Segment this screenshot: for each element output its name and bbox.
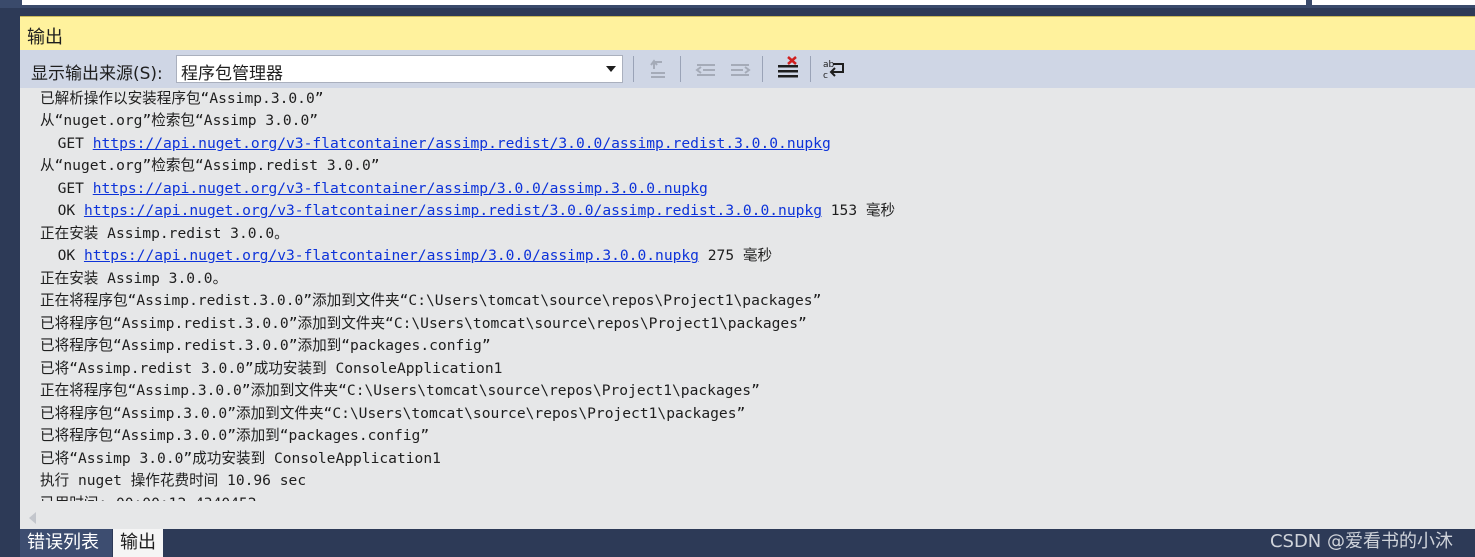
editor-top-strip	[0, 0, 1475, 16]
output-line-prefix: GET	[40, 179, 93, 197]
output-line: 正在安装 Assimp.redist 3.0.0。	[40, 224, 289, 242]
output-line: 已解析操作以安装程序包“Assimp.3.0.0”	[40, 89, 324, 107]
output-line: GET https://api.nuget.org/v3-flatcontain…	[40, 133, 831, 155]
toolbar-separator	[680, 56, 681, 82]
output-line: OK https://api.nuget.org/v3-flatcontaine…	[40, 245, 773, 267]
toolbar-separator	[810, 56, 811, 82]
output-line-duration: 275 毫秒	[698, 247, 773, 264]
horizontal-scrollbar[interactable]	[20, 507, 1475, 529]
package-url-link[interactable]: https://api.nuget.org/v3-flatcontainer/a…	[84, 202, 822, 219]
go-to-location-icon	[650, 59, 665, 78]
source-label: 显示输出来源(S):	[31, 64, 163, 84]
toolbar-separator	[762, 56, 763, 82]
output-line: OK https://api.nuget.org/v3-flatcontaine…	[40, 200, 896, 222]
package-url-link[interactable]: https://api.nuget.org/v3-flatcontainer/a…	[93, 135, 831, 152]
output-line: 已将“Assimp.redist 3.0.0”成功安装到 ConsoleAppl…	[40, 359, 503, 377]
tab-error-list[interactable]: 错误列表	[20, 529, 112, 557]
go-to-location-button[interactable]	[645, 56, 671, 82]
next-message-button[interactable]	[727, 56, 753, 82]
previous-message-button[interactable]	[693, 56, 719, 82]
output-line: 正在安装 Assimp 3.0.0。	[40, 269, 228, 287]
package-url-link[interactable]: https://api.nuget.org/v3-flatcontainer/a…	[93, 180, 708, 197]
toggle-word-wrap-icon: ab c	[823, 60, 844, 81]
output-panel: 输出 显示输出来源(S): 程序包管理器 ab c 已解析操作以安装程序包“As…	[20, 16, 1475, 529]
output-panel-titlebar[interactable]: 输出	[20, 16, 1475, 50]
chevron-down-icon[interactable]	[606, 66, 616, 72]
output-line: 已将程序包“Assimp.redist.3.0.0”添加到文件夹“C:\User…	[40, 314, 807, 332]
output-source-value: 程序包管理器	[181, 64, 283, 84]
output-source-select[interactable]: 程序包管理器	[176, 55, 623, 84]
output-line: 已将程序包“Assimp.3.0.0”添加到“packages.config”	[40, 427, 430, 444]
output-line: 从“nuget.org”检索包“Assimp 3.0.0”	[40, 112, 319, 129]
output-line: 已将“Assimp 3.0.0”成功安装到 ConsoleApplication…	[40, 449, 441, 467]
editor-side-edge	[1312, 0, 1475, 5]
output-toolbar: 显示输出来源(S): 程序包管理器 ab c	[20, 50, 1475, 88]
output-line: 正在将程序包“Assimp.redist.3.0.0”添加到文件夹“C:\Use…	[40, 292, 822, 309]
panel-title: 输出	[27, 27, 63, 48]
toolbar-separator	[633, 56, 634, 82]
output-line: 执行 nuget 操作花费时间 10.96 sec	[40, 472, 307, 489]
output-line-prefix: OK	[40, 247, 84, 264]
svg-text:ab: ab	[823, 60, 835, 70]
watermark: CSDN @爱看书的小沐	[1269, 531, 1453, 552]
previous-message-icon	[695, 64, 715, 76]
output-line: 已将程序包“Assimp.3.0.0”添加到文件夹“C:\Users\tomca…	[40, 404, 746, 422]
output-line: 已用时间: 00:00:12.4340452	[40, 493, 257, 502]
output-line: 从“nuget.org”检索包“Assimp.redist 3.0.0”	[40, 157, 380, 174]
output-line: GET https://api.nuget.org/v3-flatcontain…	[40, 178, 708, 200]
toggle-word-wrap-button[interactable]: ab c	[821, 56, 847, 82]
output-line-prefix: OK	[40, 202, 84, 219]
output-line-prefix: GET	[40, 134, 93, 152]
output-text-area[interactable]: 已解析操作以安装程序包“Assimp.3.0.0” 从“nuget.org”检索包…	[20, 88, 1475, 502]
package-url-link[interactable]: https://api.nuget.org/v3-flatcontainer/a…	[84, 247, 699, 264]
svg-text:c: c	[823, 71, 828, 81]
output-line-duration: 153 毫秒	[821, 202, 896, 219]
output-line: 已将程序包“Assimp.redist.3.0.0”添加到“packages.c…	[40, 337, 491, 354]
output-line: 正在将程序包“Assimp.3.0.0”添加到文件夹“C:\Users\tomc…	[40, 382, 760, 399]
editor-document-edge	[22, 0, 1306, 5]
clear-all-icon	[778, 56, 798, 78]
tab-output[interactable]: 输出	[113, 529, 163, 557]
clear-all-button[interactable]	[775, 56, 801, 82]
scroll-left-icon[interactable]	[29, 512, 36, 524]
next-message-icon	[731, 64, 751, 76]
